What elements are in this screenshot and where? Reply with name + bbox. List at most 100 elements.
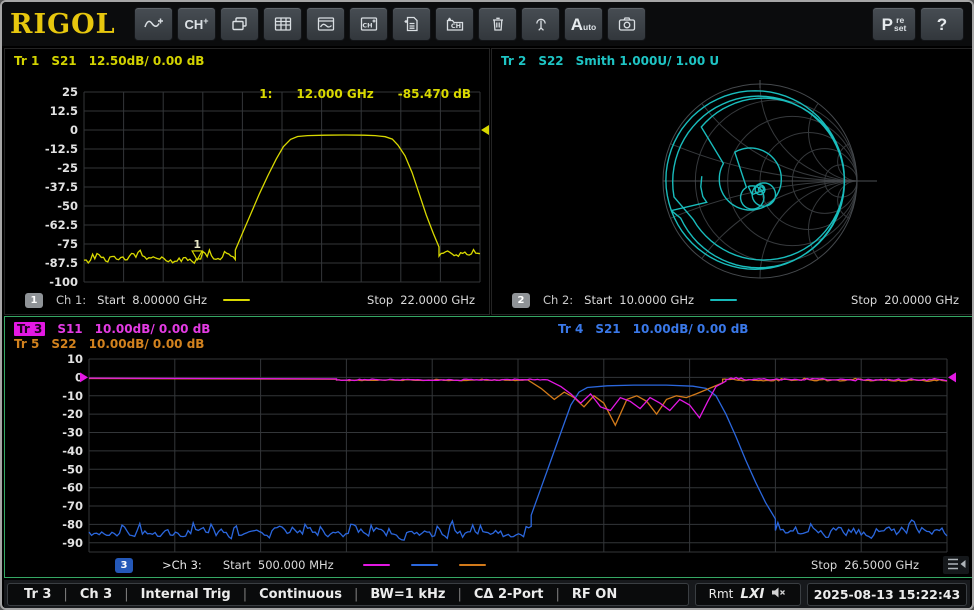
status-remote-segment: Rmt LXI: [695, 583, 801, 606]
trace1-scale: 12.50dB/ 0.00 dB: [89, 54, 205, 68]
svg-text:-90: -90: [62, 536, 83, 550]
svg-text:-100: -100: [49, 275, 78, 289]
trace-table-button[interactable]: [263, 7, 302, 41]
svg-text:-40: -40: [62, 444, 83, 458]
lxi-indicator: LXI: [740, 586, 764, 602]
folder-channel-icon: CH: [445, 15, 465, 33]
trace4-param: S21: [595, 322, 620, 336]
window-trace-button[interactable]: [306, 7, 345, 41]
svg-text:-20: -20: [62, 407, 83, 421]
trace4-color-swatch: [411, 564, 438, 566]
channel3-stop-value: 26.5000 GHz: [844, 558, 919, 572]
svg-text:-50: -50: [62, 462, 83, 476]
trace5-id: Tr 5: [14, 337, 39, 351]
trash-icon: [488, 15, 508, 33]
channel1-start-value: 8.00000 GHz: [132, 293, 207, 307]
svg-text:-80: -80: [62, 517, 83, 531]
smith-chart: [492, 49, 973, 314]
trace4-scale: 10.00dB/ 0.00 dB: [633, 322, 749, 336]
auto-scale-button[interactable]: Auto: [564, 7, 603, 41]
touch-icon: [531, 15, 551, 33]
trace3-id[interactable]: Tr 3: [14, 322, 45, 336]
svg-text:0: 0: [70, 123, 78, 137]
channel2-start-value: 10.0000 GHz: [619, 293, 694, 307]
save-trace-button[interactable]: [392, 7, 431, 41]
window-trace-icon: [316, 15, 336, 33]
window-trace2[interactable]: Tr 2 S22 Smith 1.000U/ 1.00 U 2 Ch 2: St…: [491, 48, 974, 315]
svg-text:-10: -10: [62, 389, 83, 403]
channel2-start-label: Start: [584, 293, 612, 307]
svg-text:25: 25: [62, 85, 78, 99]
window-channel3[interactable]: 100-10-20-30-40-50-60-70-80-90 Tr 3 S11 …: [4, 316, 974, 578]
status-bar: Tr 3 | Ch 3 | Internal Trig | Continuous…: [4, 580, 970, 608]
vna-screen: RIGOL CH+: [0, 0, 974, 610]
channel2-footer: 2 Ch 2: Start 10.0000 GHz Stop 20.0000 G…: [492, 291, 973, 309]
speaker-muted-icon: [771, 586, 787, 602]
layout-stack-icon: [230, 15, 250, 33]
window-trace1[interactable]: 2512.50-12.5-25-37.5-50-62.5-75-87.5-100…: [4, 48, 490, 315]
sine-plus-icon: [143, 15, 165, 33]
trace2-color-swatch: [710, 299, 737, 301]
auto-icon: Auto: [571, 16, 597, 33]
svg-text:-25: -25: [57, 161, 78, 175]
channel1-badge[interactable]: 1: [25, 293, 43, 308]
channel3-label: >Ch 3:: [162, 558, 202, 572]
trace5-scale: 10.00dB/ 0.00 dB: [89, 337, 205, 351]
marker1-index: 1:: [259, 87, 272, 101]
window-channel-button[interactable]: CH: [349, 7, 388, 41]
file-channel-button[interactable]: CH: [435, 7, 474, 41]
svg-text:-75: -75: [57, 237, 78, 251]
svg-text:-70: -70: [62, 499, 83, 513]
channel2-stop-label: Stop: [851, 293, 877, 307]
trace3-scale: 10.00dB/ 0.00 dB: [95, 322, 211, 336]
menu-expand-icon: [945, 556, 967, 575]
status-rf-state: RF ON: [572, 587, 617, 602]
svg-text:CH: CH: [450, 22, 460, 30]
touch-button[interactable]: [521, 7, 560, 41]
preset-button[interactable]: P reset: [872, 7, 916, 41]
toolbar: RIGOL CH+: [2, 2, 972, 46]
marker1-freq: 12.000 GHz: [296, 87, 373, 101]
table-icon: [273, 15, 293, 33]
trace-add-button[interactable]: [134, 7, 173, 41]
channel3-badge[interactable]: 3: [115, 558, 133, 573]
trace4-header: Tr 4 S21 10.00dB/ 0.00 dB: [558, 322, 748, 336]
status-left-segment: Tr 3 | Ch 3 | Internal Trig | Continuous…: [7, 583, 689, 606]
channel-add-button[interactable]: CH+: [177, 7, 216, 41]
remote-indicator: Rmt: [709, 587, 734, 601]
marker1-value: -85.470 dB: [398, 87, 471, 101]
camera-icon: [617, 15, 637, 33]
svg-text:CH: CH: [362, 22, 372, 30]
status-cal-state: CΔ 2-Port: [474, 587, 544, 602]
trace3-color-swatch: [363, 564, 390, 566]
trace1-header: Tr 1 S21 12.50dB/ 0.00 dB: [14, 54, 204, 68]
trace2-id: Tr 2: [501, 54, 526, 68]
svg-text:-60: -60: [62, 481, 83, 495]
channel3-start-value: 500.000 MHz: [258, 558, 334, 572]
trace3-param: S11: [57, 322, 82, 336]
channel3-chart: 100-10-20-30-40-50-60-70-80-90: [5, 317, 973, 577]
channel-add-icon: CH+: [184, 16, 208, 32]
help-button[interactable]: ?: [920, 7, 964, 41]
channel3-footer: 3 >Ch 3: Start 500.000 MHz Stop 26.5000 …: [5, 556, 973, 574]
channel2-badge[interactable]: 2: [512, 293, 530, 308]
brand-logo: RIGOL: [10, 11, 130, 38]
svg-text:-12.5: -12.5: [45, 142, 78, 156]
trace1-param: S21: [51, 54, 76, 68]
channel1-footer: 1 Ch 1: Start 8.00000 GHz Stop 22.0000 G…: [5, 291, 489, 309]
status-active-trace: Tr 3: [24, 587, 51, 602]
status-active-channel: Ch 3: [80, 587, 112, 602]
delete-button[interactable]: [478, 7, 517, 41]
channel1-stop-label: Stop: [367, 293, 393, 307]
status-datetime-segment: 2025-08-13 15:22:43: [807, 583, 967, 606]
datetime-label: 2025-08-13 15:22:43: [814, 587, 961, 602]
window-layout-button[interactable]: [220, 7, 259, 41]
trace3-header: Tr 3 S11 10.00dB/ 0.00 dB: [14, 322, 210, 336]
document-trace-icon: [402, 15, 422, 33]
screenshot-button[interactable]: [607, 7, 646, 41]
marker1-readout: 1: 12.000 GHz -85.470 dB: [259, 87, 471, 101]
menu-expand-button[interactable]: [943, 556, 969, 574]
trace1-color-swatch: [223, 299, 250, 301]
trace5-header: Tr 5 S22 10.00dB/ 0.00 dB: [14, 337, 204, 351]
help-icon: ?: [937, 16, 947, 33]
